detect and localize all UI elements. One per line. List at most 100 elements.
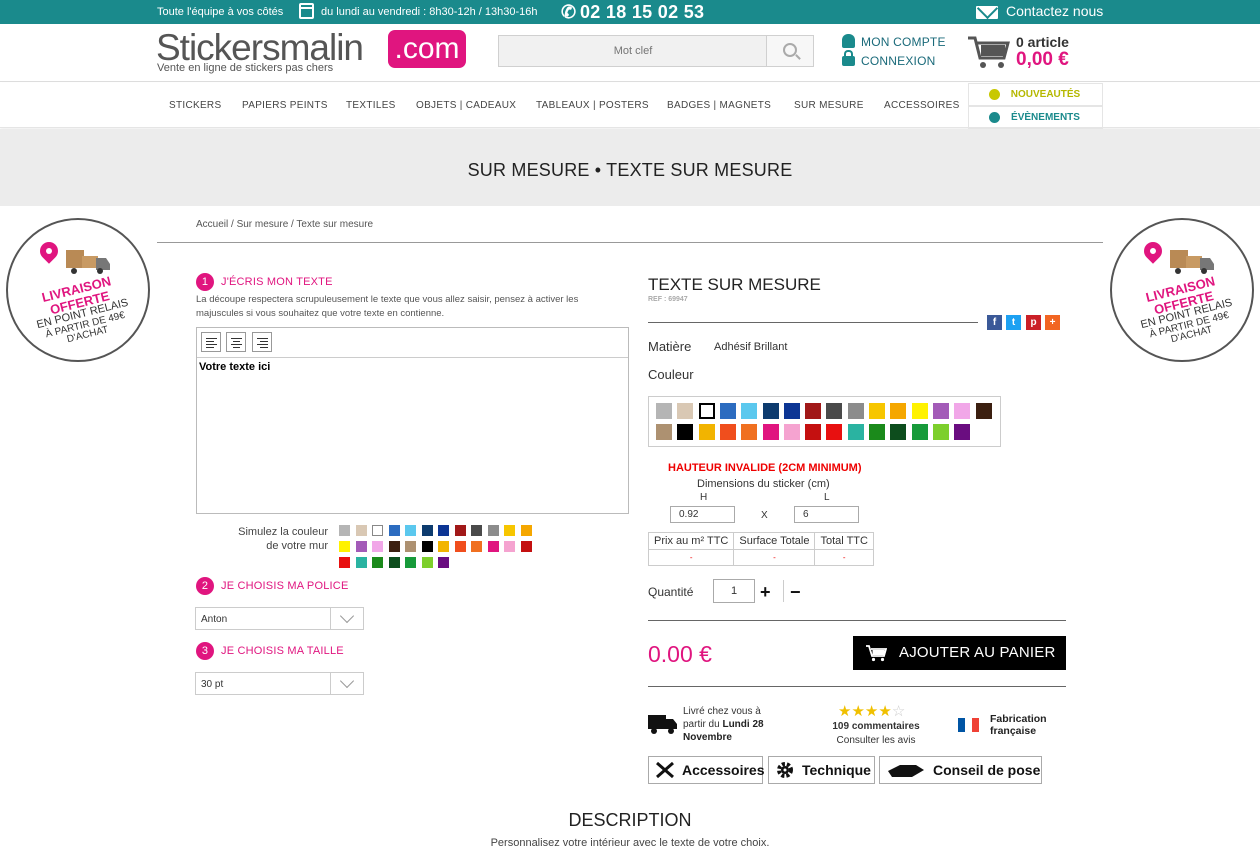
wall-color-swatch[interactable] (454, 541, 466, 552)
wall-color-swatch[interactable] (487, 525, 499, 536)
wall-color-swatch[interactable] (471, 541, 482, 552)
color-swatch[interactable] (890, 424, 907, 440)
wall-color-swatch[interactable] (339, 541, 350, 552)
color-swatch[interactable] (677, 424, 694, 440)
wall-color-swatch[interactable] (372, 541, 383, 552)
color-swatch[interactable] (975, 403, 992, 419)
nav-textiles[interactable]: TEXTILES (346, 100, 396, 111)
font-select[interactable]: Anton (195, 607, 364, 630)
color-swatch[interactable] (656, 424, 672, 440)
wall-color-swatch[interactable] (421, 541, 433, 552)
color-swatch[interactable] (911, 403, 928, 419)
color-swatch[interactable] (826, 424, 843, 440)
color-swatch[interactable] (954, 403, 971, 419)
technique-button[interactable]: Technique (768, 756, 875, 784)
accessories-button[interactable]: Accessoires (648, 756, 765, 784)
search-button[interactable] (766, 36, 813, 66)
nav-stickers[interactable]: STICKERS (169, 100, 221, 111)
color-swatch[interactable] (698, 403, 715, 419)
rating-stars[interactable]: ★★★★☆ (838, 702, 905, 720)
nav-news[interactable]: NOUVEAUTÉS (968, 83, 1103, 106)
align-right-button[interactable] (251, 332, 272, 352)
color-swatch[interactable] (826, 403, 843, 419)
color-swatch[interactable] (805, 424, 822, 440)
color-swatch[interactable] (741, 403, 758, 419)
color-swatch[interactable] (847, 424, 864, 440)
wall-color-swatch[interactable] (520, 541, 532, 552)
nav-gifts[interactable]: OBJETS | CADEAUX (416, 100, 516, 111)
wall-color-swatch[interactable] (372, 525, 383, 536)
add-to-cart-button[interactable]: AJOUTER AU PANIER (853, 636, 1066, 670)
nav-badges[interactable]: BADGES | MAGNETS (667, 100, 771, 111)
color-swatch[interactable] (719, 403, 736, 419)
wall-color-swatch[interactable] (421, 525, 433, 536)
wall-color-swatch[interactable] (405, 557, 416, 568)
color-swatch[interactable] (847, 403, 864, 419)
facebook-icon[interactable]: f (987, 315, 1002, 330)
color-swatch[interactable] (783, 403, 800, 419)
nav-events[interactable]: ÉVÈNEMENTS (968, 106, 1103, 129)
wall-color-swatch[interactable] (388, 541, 400, 552)
color-swatch[interactable] (911, 424, 928, 440)
contact-link[interactable]: Contactez nous (1006, 3, 1103, 19)
search-input[interactable] (499, 36, 767, 66)
logo-suffix[interactable]: .com (388, 30, 466, 68)
wall-color-swatch[interactable] (339, 557, 350, 568)
wall-color-swatch[interactable] (454, 525, 466, 536)
wall-color-swatch[interactable] (438, 557, 449, 568)
cart-count[interactable]: 0 article (1016, 34, 1069, 50)
color-swatch[interactable] (890, 403, 907, 419)
color-swatch[interactable] (932, 424, 949, 440)
wall-color-swatch[interactable] (355, 541, 367, 552)
text-input[interactable] (197, 358, 628, 513)
width-input[interactable]: 6 (794, 506, 859, 523)
reviews-link[interactable]: Consulter les avis (810, 734, 942, 748)
color-swatch[interactable] (762, 403, 779, 419)
mail-icon[interactable] (976, 6, 998, 19)
wall-color-swatch[interactable] (438, 541, 449, 552)
wall-color-swatch[interactable] (355, 557, 367, 568)
wall-color-swatch[interactable] (438, 525, 449, 536)
color-swatch[interactable] (932, 403, 949, 419)
nav-accessories[interactable]: ACCESSOIRES (884, 100, 960, 111)
breadcrumb[interactable]: Accueil / Sur mesure / Texte sur mesure (196, 219, 373, 230)
align-center-button[interactable] (226, 332, 247, 352)
wall-color-swatch[interactable] (355, 525, 367, 536)
wall-color-swatch[interactable] (388, 557, 400, 568)
wall-color-swatch[interactable] (405, 525, 416, 536)
login-link[interactable]: CONNEXION (842, 50, 935, 68)
wall-color-swatch[interactable] (471, 525, 482, 536)
wall-color-swatch[interactable] (339, 525, 350, 536)
color-swatch[interactable] (805, 403, 822, 419)
color-swatch[interactable] (656, 403, 672, 419)
quantity-input[interactable]: 1 (713, 579, 755, 603)
wall-color-swatch[interactable] (405, 541, 416, 552)
share-plus-icon[interactable]: + (1045, 315, 1060, 330)
color-swatch[interactable] (869, 403, 885, 419)
color-swatch[interactable] (762, 424, 779, 440)
account-link[interactable]: MON COMPTE (842, 34, 946, 49)
wall-color-swatch[interactable] (504, 525, 515, 536)
pinterest-icon[interactable]: p (1026, 315, 1041, 330)
cart-icon[interactable] (966, 34, 1010, 70)
color-swatch[interactable] (719, 424, 736, 440)
installation-advice-button[interactable]: Conseil de pose (879, 756, 1042, 784)
wall-color-swatch[interactable] (372, 557, 383, 568)
color-swatch[interactable] (869, 424, 885, 440)
wall-color-swatch[interactable] (520, 525, 532, 536)
color-swatch[interactable] (698, 424, 715, 440)
quantity-plus-button[interactable]: + (760, 582, 771, 603)
color-swatch[interactable] (783, 424, 800, 440)
nav-wallpapers[interactable]: PAPIERS PEINTS (242, 100, 328, 111)
wall-color-swatch[interactable] (421, 557, 433, 568)
nav-custom[interactable]: SUR MESURE (794, 100, 864, 111)
size-select[interactable]: 30 pt (195, 672, 364, 695)
wall-color-swatch[interactable] (504, 541, 515, 552)
wall-color-swatch[interactable] (388, 525, 400, 536)
height-input[interactable]: 0.92 (670, 506, 735, 523)
cart-total[interactable]: 0,00 € (1016, 49, 1069, 71)
twitter-icon[interactable]: t (1006, 315, 1021, 330)
color-swatch[interactable] (954, 424, 971, 440)
nav-posters[interactable]: TABLEAUX | POSTERS (536, 100, 649, 111)
color-swatch[interactable] (677, 403, 694, 419)
